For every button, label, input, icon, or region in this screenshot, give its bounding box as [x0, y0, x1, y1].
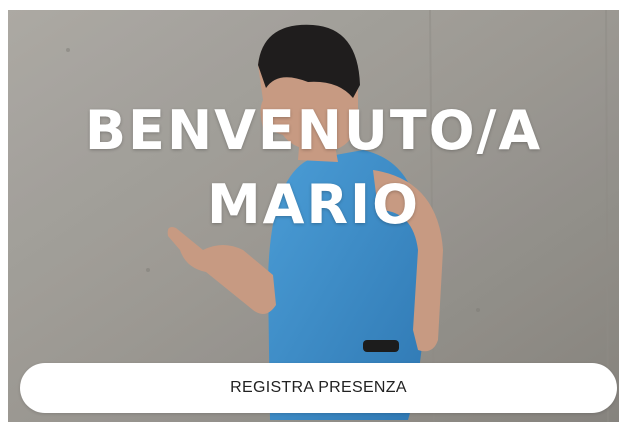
user-name: MARIO — [206, 173, 421, 236]
welcome-card: BENVENUTO/A MARIO REGISTRA PRESENZA — [8, 10, 619, 422]
welcome-line-1: BENVENUTO/A — [84, 99, 543, 162]
welcome-title: BENVENUTO/A MARIO — [8, 94, 619, 242]
register-attendance-button[interactable]: REGISTRA PRESENZA — [20, 363, 617, 413]
